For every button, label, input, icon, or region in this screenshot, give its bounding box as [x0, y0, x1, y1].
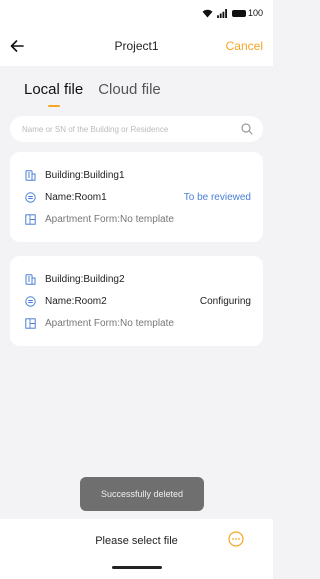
wifi-icon — [202, 9, 213, 18]
status-badge: To be reviewed — [183, 191, 251, 203]
file-card-2[interactable]: Building:Building2 Name:Room2 Configurin… — [10, 256, 263, 346]
battery-indicator: 100 — [231, 8, 263, 18]
room-icon — [24, 191, 36, 203]
room-icon — [24, 295, 36, 307]
toast-message: Successfully deleted — [80, 477, 204, 511]
building-icon — [24, 169, 36, 181]
building-label: Building:Building1 — [45, 169, 125, 181]
battery-level: 100 — [247, 8, 263, 18]
home-indicator — [111, 566, 162, 569]
name-row: Name:Room1 To be reviewed — [24, 186, 251, 208]
signal-icon — [217, 8, 227, 18]
battery-icon — [231, 9, 246, 17]
building-row: Building:Building2 — [24, 268, 251, 290]
room-name-label: Name:Room1 — [45, 191, 107, 203]
search-bar — [10, 116, 263, 142]
footer-bar: Please select file — [0, 519, 273, 579]
name-row: Name:Room2 Configuring — [24, 290, 251, 312]
form-row: Apartment Form:No template — [24, 312, 251, 334]
building-icon — [24, 273, 36, 285]
status-bar: 100 — [0, 0, 273, 26]
building-label: Building:Building2 — [45, 273, 125, 285]
more-options-icon[interactable] — [228, 531, 244, 547]
apartment-form-label: Apartment Form:No template — [45, 317, 174, 329]
room-name-label: Name:Room2 — [45, 295, 107, 307]
back-arrow-icon[interactable] — [10, 37, 28, 55]
apartment-form-label: Apartment Form:No template — [45, 213, 174, 225]
tab-local-file[interactable]: Local file — [24, 81, 83, 98]
search-icon[interactable] — [241, 123, 253, 135]
file-tabs: Local file Cloud file — [0, 66, 273, 112]
layout-icon — [24, 317, 36, 329]
header: Project1 Cancel — [0, 26, 273, 66]
layout-icon — [24, 213, 36, 225]
file-card-1[interactable]: Building:Building1 Name:Room1 To be revi… — [10, 152, 263, 242]
building-row: Building:Building1 — [24, 164, 251, 186]
cancel-button[interactable]: Cancel — [226, 39, 263, 53]
tab-cloud-file[interactable]: Cloud file — [98, 81, 161, 98]
search-input[interactable] — [22, 124, 222, 134]
form-row: Apartment Form:No template — [24, 208, 251, 230]
status-badge: Configuring — [199, 295, 251, 307]
